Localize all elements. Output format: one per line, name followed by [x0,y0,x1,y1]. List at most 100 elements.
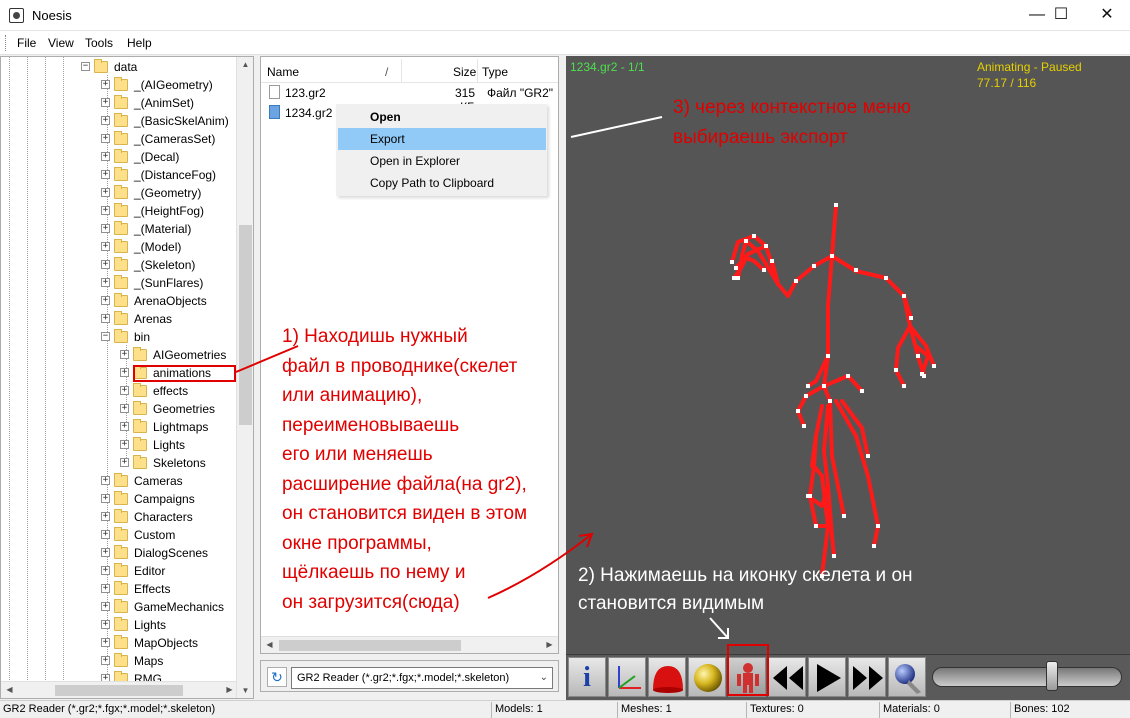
expand-icon[interactable]: + [101,242,110,251]
expand-icon[interactable]: + [120,368,129,377]
folder-icon [114,113,128,127]
collapse-icon[interactable]: − [81,62,90,71]
expand-icon[interactable]: + [101,530,110,539]
tree-item-label: MapObjects [134,636,199,650]
expand-icon[interactable]: + [101,170,110,179]
expand-icon[interactable]: + [101,314,110,323]
folder-icon [114,635,128,649]
scroll-thumb[interactable] [55,685,183,696]
column-size[interactable]: Size [453,65,476,79]
reader-dropdown[interactable]: GR2 Reader (*.gr2;*.fgx;*.model;*.skelet… [291,667,553,689]
globe-hand-icon[interactable] [888,657,926,697]
folder-icon [114,581,128,595]
expand-icon[interactable]: + [120,404,129,413]
ctx-open-in-explorer[interactable]: Open in Explorer [338,150,546,172]
expand-icon[interactable]: + [101,98,110,107]
expand-icon[interactable]: + [101,224,110,233]
refresh-icon[interactable]: ↻ [267,667,287,687]
tree-item-label: bin [134,330,151,344]
expand-icon[interactable]: + [101,134,110,143]
annotation-step1: 1) Находишь нужный файл в проводнике(ске… [282,326,528,613]
column-separator[interactable] [477,59,478,83]
expand-icon[interactable]: + [101,152,110,161]
expand-icon[interactable]: + [120,386,129,395]
reader-selected-value: GR2 Reader (*.gr2;*.fgx;*.model;*.skelet… [297,672,510,684]
ctx-copy-path[interactable]: Copy Path to Clipboard [338,172,546,194]
animation-slider[interactable] [932,667,1122,687]
maximize-button[interactable]: ☐ [1038,0,1084,30]
menu-help[interactable]: Help [127,36,152,50]
annotation-highlight-animations [133,365,236,382]
app-logo-icon [9,8,24,23]
expand-icon[interactable]: + [101,476,110,485]
expand-icon[interactable]: + [101,638,110,647]
expand-icon[interactable]: + [120,458,129,467]
expand-icon[interactable]: + [101,278,110,287]
status-materials: Materials: 0 [879,702,1009,718]
ctx-export[interactable]: Export [338,128,546,150]
file-type: Файл "GR2" [487,86,554,100]
close-button[interactable]: ✕ [1084,0,1130,30]
play-icon[interactable] [808,657,846,697]
expand-icon[interactable]: + [101,296,110,305]
folder-icon [114,563,128,577]
tree-vertical-scrollbar[interactable]: ▲ ▼ [236,57,253,698]
expand-icon[interactable]: + [101,602,110,611]
tree-item-label: _(AIGeometry) [134,78,213,92]
menu-tools[interactable]: Tools [85,36,113,50]
menu-file[interactable]: File [17,36,36,50]
expand-icon[interactable]: + [101,260,110,269]
axes-icon[interactable] [608,657,646,697]
scroll-right-arrow-icon[interactable]: ▶ [541,640,558,649]
expand-icon[interactable]: + [101,188,110,197]
folder-icon [114,131,128,145]
dome-icon[interactable] [648,657,686,697]
expand-icon[interactable]: + [101,206,110,215]
expand-icon[interactable]: + [120,350,129,359]
rewind-icon[interactable] [768,657,806,697]
fast-forward-icon[interactable] [848,657,886,697]
tree-item-label: ArenaObjects [134,294,207,308]
tree-item-label: Arenas [134,312,173,326]
expand-icon[interactable]: + [101,548,110,557]
scroll-thumb[interactable] [239,225,252,425]
tree-item-label: Custom [134,528,176,542]
folder-icon [114,77,128,91]
list-horizontal-scrollbar[interactable]: ◀ ▶ [261,636,558,653]
expand-icon[interactable]: + [120,440,129,449]
expand-icon[interactable]: + [101,116,110,125]
tree-item-label: _(Material) [134,222,192,236]
column-separator[interactable] [401,59,402,83]
expand-icon[interactable]: + [101,512,110,521]
column-name[interactable]: Name [267,65,299,79]
sphere-icon[interactable] [688,657,726,697]
folder-icon [114,167,128,181]
collapse-icon[interactable]: − [101,332,110,341]
file-row[interactable]: 123.gr2 315 КБ Файл "GR2" [265,83,555,114]
info-icon[interactable]: i [568,657,606,697]
expand-icon[interactable]: + [101,566,110,575]
scroll-up-arrow-icon[interactable]: ▲ [237,60,253,69]
column-type[interactable]: Type [482,65,508,79]
tree-horizontal-scrollbar[interactable]: ◀ ▶ [1,681,238,698]
tree-item-label: Cameras [134,474,183,488]
folder-icon [94,59,108,73]
menu-view[interactable]: View [48,36,74,50]
expand-icon[interactable]: + [101,494,110,503]
expand-icon[interactable]: + [101,656,110,665]
scroll-thumb[interactable] [279,640,461,651]
scroll-left-arrow-icon[interactable]: ◀ [1,685,18,694]
tree-item-label: Campaigns [134,492,195,506]
expand-icon[interactable]: + [101,80,110,89]
folder-icon [133,383,147,397]
scroll-left-arrow-icon[interactable]: ◀ [261,640,278,649]
expand-icon[interactable]: + [120,422,129,431]
expand-icon[interactable]: + [101,584,110,593]
expand-icon[interactable]: + [101,620,110,629]
ctx-open[interactable]: Open [338,106,546,128]
tree-item-label: DialogScenes [134,546,209,560]
scroll-down-arrow-icon[interactable]: ▼ [237,686,253,695]
folder-icon [114,617,128,631]
slider-thumb[interactable] [1045,661,1058,691]
folder-icon [114,527,128,541]
